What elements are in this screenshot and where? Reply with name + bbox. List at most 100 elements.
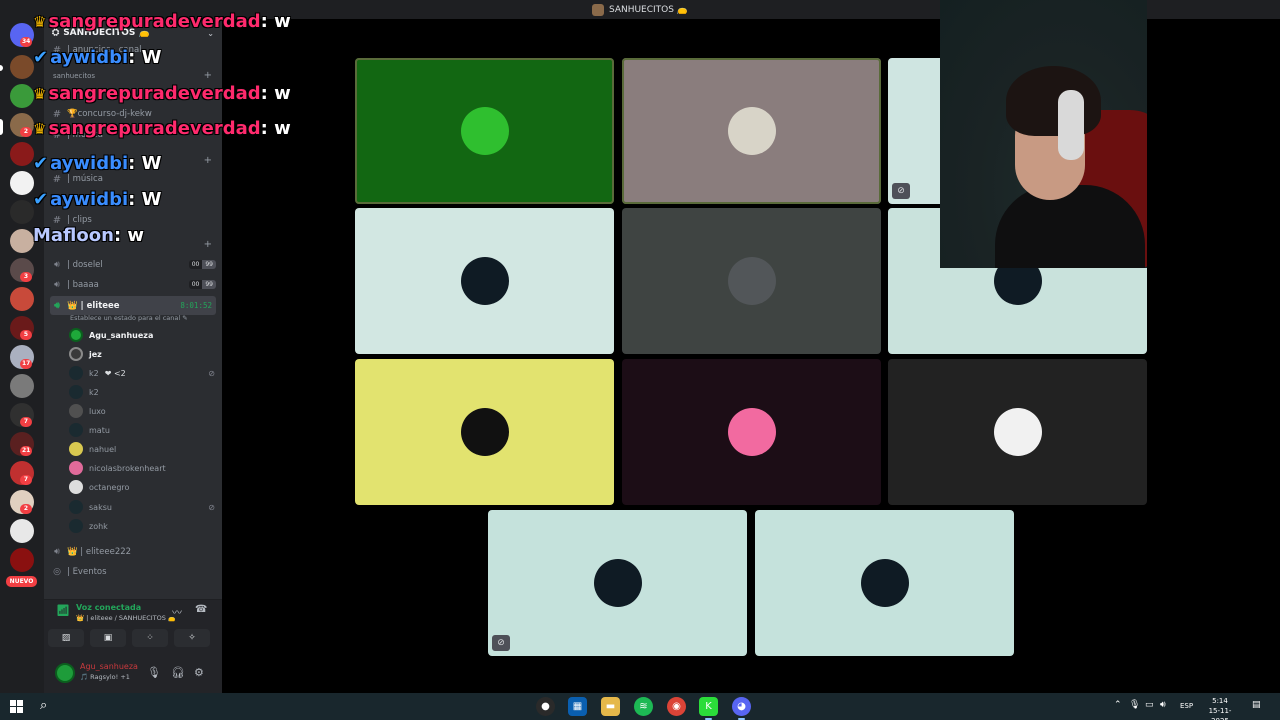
participant-tile[interactable] xyxy=(355,208,614,354)
server-icon[interactable] xyxy=(10,548,34,572)
user-status: 🎵 Ragsylo! +1 xyxy=(80,673,130,681)
voice-connected-label[interactable]: Voz conectada xyxy=(76,603,141,612)
server-icon[interactable] xyxy=(10,519,34,543)
voice-member[interactable]: saksu ⊘ xyxy=(69,498,219,516)
voice-channel-label: 👑 | eliteee xyxy=(67,300,120,311)
participant-tile[interactable] xyxy=(888,359,1147,505)
obs-app-icon[interactable]: ● xyxy=(536,697,555,716)
language-indicator[interactable]: ESP xyxy=(1180,702,1193,710)
channel-clips[interactable]: # | clips xyxy=(50,211,216,229)
voice-member[interactable]: octanegro xyxy=(69,478,219,496)
voice-member[interactable]: nicolasbrokenheart xyxy=(69,459,219,477)
hash-icon: # xyxy=(52,173,62,185)
voice-channel-eliteee[interactable]: 🔊︎ 👑 | eliteee 8:01:52 xyxy=(50,296,216,315)
participant-tile[interactable] xyxy=(755,510,1014,656)
webcam-overlay xyxy=(940,0,1147,268)
notifications-icon[interactable]: ▤ xyxy=(1252,700,1261,710)
signal-icon[interactable]: 📶︎ xyxy=(56,604,70,617)
voice-channel-baaaa[interactable]: 🔊︎ | baaaa 00 99 xyxy=(50,275,216,294)
voice-member[interactable]: matu xyxy=(69,421,219,439)
unread-badge: 21 xyxy=(20,446,33,456)
network-icon[interactable]: ▭ xyxy=(1145,700,1154,710)
channel-concurso[interactable]: # 🏆concurso-dj-kekw xyxy=(50,105,216,123)
disconnect-icon[interactable]: ☎ xyxy=(195,604,207,615)
voice-channel-eliteee222[interactable]: 🔊︎ 👑 | eliteee222 xyxy=(50,542,216,561)
chrome-app-icon[interactable]: ◉ xyxy=(667,697,686,716)
server-icon[interactable] xyxy=(10,171,34,195)
camera-button[interactable]: ▨ xyxy=(48,629,84,647)
selected-server-indicator xyxy=(0,119,3,135)
discord-app-icon[interactable]: ◕ xyxy=(732,697,751,720)
channel-musica[interactable]: # | música xyxy=(50,170,216,188)
channel-musica-1[interactable]: # | musica xyxy=(50,126,216,144)
participant-tile[interactable] xyxy=(622,58,881,204)
store-app-icon[interactable]: ▦ xyxy=(568,697,587,716)
channel-label: | clips xyxy=(67,215,92,225)
windows-start-button[interactable] xyxy=(10,700,23,713)
voice-member[interactable]: jez xyxy=(69,345,219,363)
window-title: SANHUECITOS 👝 xyxy=(608,4,689,15)
system-clock[interactable]: 5:14 15-11-2025 xyxy=(1200,696,1240,720)
avatar[interactable] xyxy=(55,663,75,683)
voice-member[interactable]: luxo xyxy=(69,402,219,420)
microphone-icon[interactable]: 🎙︎ xyxy=(1129,700,1140,710)
voice-channel-doselel[interactable]: 🔊︎ | doselel 00 99 xyxy=(50,255,216,274)
server-icon[interactable] xyxy=(10,142,34,166)
volume-icon[interactable]: 🔊︎ xyxy=(1160,700,1166,710)
headphones-icon[interactable]: 🎧︎ xyxy=(171,666,185,679)
server-boost-icon: ⛭ xyxy=(52,28,60,38)
stage-channel-eventos[interactable]: ◎ | Eventos xyxy=(50,562,216,581)
voice-channel-path[interactable]: 👑 | eliteee / SANHUECITOS 👝 xyxy=(76,614,176,622)
category-label[interactable]: sanhuecitos xyxy=(53,72,95,80)
add-channel-icon[interactable]: + xyxy=(204,70,212,81)
kick-app-icon[interactable]: K xyxy=(699,697,718,720)
server-icon[interactable] xyxy=(10,55,34,79)
noise-suppression-icon[interactable]: 〰 xyxy=(172,604,182,619)
server-icon[interactable] xyxy=(10,287,34,311)
username[interactable]: Agu_sanhueza xyxy=(80,662,138,671)
participant-tile[interactable] xyxy=(355,359,614,505)
server-icon[interactable] xyxy=(10,200,34,224)
spotify-app-icon[interactable]: ≋ xyxy=(634,697,653,716)
activities-button[interactable]: ⁘ xyxy=(132,629,168,647)
participant-tile[interactable] xyxy=(355,58,614,204)
voice-member[interactable]: Agu_sanhueza xyxy=(69,326,219,344)
muted-icon: ⊘ xyxy=(208,502,215,512)
screen-share-button[interactable]: ▣ xyxy=(90,629,126,647)
avatar xyxy=(69,328,83,342)
avatar xyxy=(727,107,776,155)
user-limit-badge: 00 99 xyxy=(188,260,216,269)
voice-member[interactable]: k2 ❤ <2 ⊘ xyxy=(69,364,219,382)
avatar xyxy=(69,404,83,418)
unread-badge: 2 xyxy=(20,504,32,514)
server-icon[interactable] xyxy=(10,229,34,253)
search-icon[interactable]: ⌕ xyxy=(40,698,47,713)
microphone-icon[interactable]: 🎙︎ xyxy=(147,666,161,679)
channel-status-placeholder[interactable]: Establece un estado para el canal ✎ xyxy=(70,314,188,322)
channel-label: | anuncios · canal xyxy=(67,45,142,55)
participant-tile[interactable]: ⊘ xyxy=(488,510,747,656)
voice-member[interactable]: zohk xyxy=(69,517,219,535)
voice-member[interactable]: nahuel xyxy=(69,440,219,458)
channel-anuncios[interactable]: # | anuncios · canal xyxy=(50,41,216,59)
participant-tile[interactable] xyxy=(622,359,881,505)
unread-badge: 7 xyxy=(20,475,32,485)
avatar xyxy=(460,107,509,155)
chevron-up-icon[interactable]: ⌃ xyxy=(1114,700,1122,710)
server-icon[interactable] xyxy=(10,84,34,108)
add-channel-icon[interactable]: + xyxy=(204,239,212,250)
soundboard-button[interactable]: ✧ xyxy=(174,629,210,647)
server-icon[interactable] xyxy=(10,374,34,398)
speaker-icon: 🔊︎ xyxy=(54,279,60,290)
file-explorer-icon[interactable]: ▬ xyxy=(601,697,620,716)
channel-label: | música xyxy=(67,174,103,184)
voice-member[interactable]: k2 xyxy=(69,383,219,401)
voice-connection-panel: 📶︎ Voz conectada 👑 | eliteee / SANHUECIT… xyxy=(44,599,222,654)
avatar xyxy=(69,385,83,399)
participant-tile[interactable] xyxy=(622,208,881,354)
avatar xyxy=(593,559,642,607)
avatar xyxy=(993,408,1042,456)
gear-icon[interactable]: ⚙ xyxy=(194,666,204,679)
add-channel-icon[interactable]: + xyxy=(204,155,212,166)
user-panel: Agu_sanhueza 🎵 Ragsylo! +1 🎙︎ 🎧︎ ⚙ xyxy=(44,654,222,693)
